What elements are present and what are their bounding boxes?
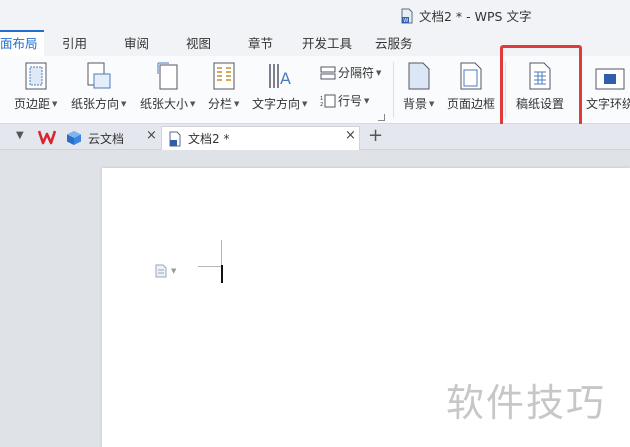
cloud-docs-label: 云文档 (88, 131, 125, 146)
text-wrap-icon (590, 60, 630, 90)
page-setup-launcher-icon[interactable] (378, 114, 385, 121)
breaks-button[interactable]: 分隔符 ▼ (320, 64, 381, 81)
background-icon (406, 60, 432, 90)
window-title-group: W 文档2 * - WPS 文字 (400, 6, 531, 25)
chevron-down-icon: ▼ (234, 99, 240, 108)
document-file-icon: W (400, 8, 414, 24)
paper-size-button[interactable]: 纸张大小 ▼ (140, 60, 195, 112)
background-button[interactable]: 背景 ▼ (403, 60, 434, 112)
text-direction-button[interactable]: A 文字方向 ▼ (252, 60, 307, 112)
ribbon-divider (393, 62, 394, 118)
document-tab-bar: ▼ 云文档 × 文档2 * × + (0, 124, 630, 150)
line-numbers-button[interactable]: 12 行号 ▼ (320, 92, 369, 109)
ribbon-toolbar: 页边距 ▼ 纸张方向 ▼ 纸张大小 ▼ 分栏 ▼ A 文字方向 ▼ 分隔符 ▼ 12 行号 ▼ (0, 45, 630, 127)
columns-button[interactable]: 分栏 ▼ (208, 60, 239, 112)
chevron-down-icon: ▼ (364, 96, 370, 105)
document-file-icon (169, 131, 181, 146)
text-cursor (221, 265, 223, 283)
columns-label: 分栏 (208, 97, 233, 111)
chevron-down-icon: ▼ (52, 99, 58, 108)
tab-review[interactable]: 审阅 (124, 30, 149, 56)
margin-marker (198, 266, 221, 267)
margins-button[interactable]: 页边距 ▼ (14, 60, 57, 112)
highlight-box (500, 45, 582, 127)
paragraph-options-icon[interactable]: ▼ (154, 264, 176, 278)
paper-size-icon (155, 60, 181, 90)
tab-view[interactable]: 视图 (186, 30, 211, 56)
tab-section[interactable]: 章节 (248, 30, 273, 56)
chevron-down-icon: ▼ (171, 267, 177, 275)
line-numbers-icon: 12 (320, 94, 336, 108)
chevron-down-icon: ▼ (121, 99, 127, 108)
new-tab-icon[interactable]: + (368, 125, 383, 146)
chevron-down-icon: ▼ (376, 68, 382, 77)
text-direction-label: 文字方向 (252, 97, 301, 111)
orientation-button[interactable]: 纸张方向 ▼ (71, 60, 126, 112)
chevron-down-icon: ▼ (302, 99, 308, 108)
margins-icon (23, 60, 49, 90)
margins-label: 页边距 (14, 97, 51, 111)
svg-text:2: 2 (320, 102, 323, 108)
cloud-cube-icon (67, 131, 81, 145)
orientation-label: 纸张方向 (71, 97, 120, 111)
breaks-label: 分隔符 (338, 66, 375, 80)
close-tab-icon[interactable]: × (345, 128, 356, 143)
tab-current-document[interactable]: 文档2 * (161, 126, 360, 150)
tab-page-layout[interactable]: 面布局 (0, 30, 44, 56)
page-border-label: 页面边框 (447, 97, 496, 111)
background-label: 背景 (403, 97, 428, 111)
watermark-text: 软件技巧 (446, 381, 607, 425)
tab-list-dropdown-icon[interactable]: ▼ (16, 130, 24, 141)
wps-logo-icon[interactable] (37, 129, 57, 145)
margin-marker (221, 240, 222, 266)
tab-cloud-services[interactable]: 云服务 (375, 30, 413, 56)
orientation-icon (86, 60, 112, 90)
page-border-button[interactable]: 页面边框 (447, 60, 495, 112)
close-tab-icon[interactable]: × (146, 128, 157, 143)
chevron-down-icon: ▼ (429, 99, 435, 108)
svg-text:W: W (403, 18, 408, 24)
page-border-icon (458, 60, 484, 90)
svg-text:A: A (280, 69, 291, 88)
tab-developer[interactable]: 开发工具 (302, 30, 352, 56)
text-wrap-button[interactable]: 文字环绕 (586, 60, 630, 112)
paper-size-label: 纸张大小 (140, 97, 189, 111)
text-direction-icon: A (267, 60, 293, 90)
text-wrap-label: 文字环绕 (586, 97, 630, 111)
window-title: 文档2 * - WPS 文字 (419, 9, 532, 24)
columns-icon (211, 60, 237, 90)
current-document-label: 文档2 * (188, 132, 230, 146)
page-break-icon (320, 66, 336, 79)
line-numbers-label: 行号 (338, 94, 363, 108)
title-bar: W 文档2 * - WPS 文字 (0, 0, 630, 30)
chevron-down-icon: ▼ (190, 99, 196, 108)
tab-references[interactable]: 引用 (62, 30, 87, 56)
tab-cloud-docs[interactable]: 云文档 (60, 126, 160, 150)
